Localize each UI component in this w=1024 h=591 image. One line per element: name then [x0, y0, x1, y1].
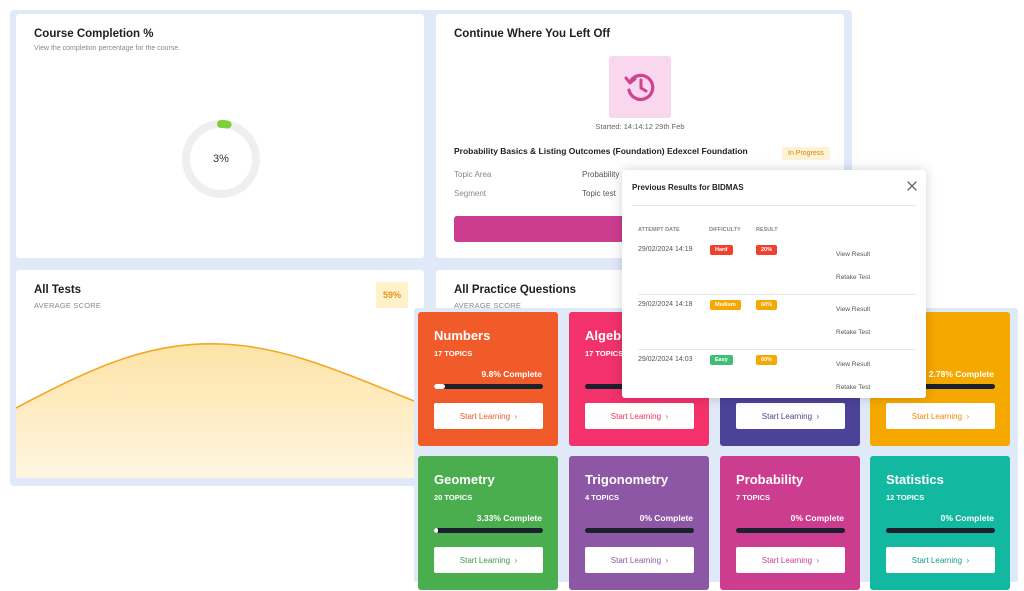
- modal-divider: [632, 205, 916, 206]
- topic-complete: 9.8% Complete: [481, 369, 542, 379]
- topic-name: Statistics: [886, 472, 944, 487]
- topic-name: Numbers: [434, 328, 491, 343]
- topic-card-statistics: Statistics 12 TOPICS 0% Complete Start Lear…: [870, 456, 1010, 590]
- chevron-right-icon: ›: [816, 555, 820, 565]
- topic-count: 4 TOPICS: [585, 493, 620, 502]
- topic-count: 17 TOPICS: [585, 349, 624, 358]
- history-icon: [609, 56, 671, 118]
- start-learning-button[interactable]: Start Learning ›: [434, 403, 543, 429]
- topic-card-numbers: Numbers 17 TOPICS 9.8% Complete Start Learn…: [418, 312, 558, 446]
- completion-percent: 3%: [213, 153, 229, 165]
- topic-complete: 3.33% Complete: [476, 513, 542, 523]
- course-completion-card: Course Completion % View the completion …: [16, 14, 424, 258]
- col-attempt-date: ATTEMPT DATE: [638, 227, 680, 233]
- course-name: Probability Basics & Listing Outcomes (F…: [454, 146, 748, 156]
- view-result-link[interactable]: View Result: [836, 306, 870, 313]
- difficulty-badge: Hard: [710, 245, 733, 255]
- row-divider: [638, 294, 916, 295]
- chevron-right-icon: ›: [514, 411, 518, 421]
- course-completion-title: Course Completion %: [34, 28, 154, 40]
- chevron-right-icon: ›: [665, 411, 669, 421]
- topic-progress-fill: [434, 384, 445, 389]
- view-result-link[interactable]: View Result: [836, 251, 870, 258]
- started-timestamp: Started: 14:14:12 29th Feb: [595, 122, 685, 131]
- topic-progress-bar: [736, 528, 845, 533]
- topic-count: 20 TOPICS: [434, 493, 473, 502]
- all-tests-subtitle: AVERAGE SCORE: [34, 301, 102, 310]
- chevron-right-icon: ›: [966, 555, 970, 565]
- topic-complete: 0% Complete: [639, 513, 693, 523]
- view-result-link[interactable]: View Result: [836, 361, 870, 368]
- all-tests-card: All Tests AVERAGE SCORE 59%: [16, 270, 424, 478]
- start-learning-label: Start Learning: [459, 411, 511, 421]
- topic-name: Probability: [736, 472, 804, 487]
- close-icon[interactable]: [906, 180, 918, 192]
- attempt-date: 29/02/2024 14:18: [638, 301, 693, 308]
- start-learning-label: Start Learning: [459, 555, 511, 565]
- start-learning-label: Start Learning: [610, 411, 662, 421]
- chevron-right-icon: ›: [816, 411, 820, 421]
- course-completion-subtitle: View the completion percentage for the c…: [34, 45, 181, 52]
- topic-name: Geometry: [434, 472, 495, 487]
- start-learning-label: Start Learning: [761, 411, 813, 421]
- topic-progress-fill: [434, 528, 438, 533]
- topic-area-value: Probability: [582, 170, 620, 179]
- retake-test-link[interactable]: Retake Test: [836, 329, 870, 336]
- segment-label: Segment: [454, 189, 487, 198]
- difficulty-badge: Medium: [710, 300, 741, 310]
- topic-complete: 0% Complete: [790, 513, 844, 523]
- average-score-badge: 59%: [376, 282, 408, 308]
- all-tests-title: All Tests: [34, 284, 82, 296]
- topic-count: 7 TOPICS: [736, 493, 771, 502]
- result-badge: 60%: [756, 300, 778, 310]
- modal-title: Previous Results for BIDMAS: [632, 183, 744, 192]
- difficulty-badge: Easy: [710, 355, 733, 365]
- all-practice-title: All Practice Questions: [454, 284, 577, 296]
- topic-progress-bar: [886, 528, 995, 533]
- result-badge: 60%: [756, 355, 778, 365]
- start-learning-button[interactable]: Start Learning ›: [736, 547, 845, 573]
- segment-value: Topic test: [582, 189, 616, 198]
- topic-complete: 2.78% Complete: [928, 369, 994, 379]
- topic-progress-bar: [585, 528, 694, 533]
- start-learning-label: Start Learning: [911, 411, 963, 421]
- start-learning-label: Start Learning: [610, 555, 662, 565]
- continue-title: Continue Where You Left Off: [454, 28, 611, 40]
- status-badge: In Progress: [782, 147, 830, 160]
- topic-count: 17 TOPICS: [434, 349, 473, 358]
- topic-progress-bar: [434, 528, 543, 533]
- start-learning-button[interactable]: Start Learning ›: [585, 547, 694, 573]
- start-learning-button[interactable]: Start Learning ›: [585, 403, 694, 429]
- attempt-date: 29/02/2024 14:03: [638, 356, 693, 363]
- topic-name: Trigonometry: [585, 472, 669, 487]
- topic-area-label: Topic Area: [454, 170, 492, 179]
- start-learning-button[interactable]: Start Learning ›: [886, 403, 995, 429]
- start-learning-label: Start Learning: [911, 555, 963, 565]
- topic-card-probability: Probability 7 TOPICS 0% Complete Start Lear…: [720, 456, 860, 590]
- chevron-right-icon: ›: [966, 411, 970, 421]
- chevron-right-icon: ›: [665, 555, 669, 565]
- chevron-right-icon: ›: [514, 555, 518, 565]
- topic-complete: 0% Complete: [940, 513, 994, 523]
- retake-test-link[interactable]: Retake Test: [836, 274, 870, 281]
- attempt-date: 29/02/2024 14:19: [638, 246, 693, 253]
- col-result: RESULT: [756, 227, 778, 233]
- row-divider: [638, 349, 916, 350]
- topic-card-geometry: Geometry 20 TOPICS 3.33% Complete Start Lea…: [418, 456, 558, 590]
- topic-card-trigonometry: Trigonometry 4 TOPICS 0% Complete Start Lea…: [569, 456, 709, 590]
- topic-progress-bar: [434, 384, 543, 389]
- start-learning-button[interactable]: Start Learning ›: [736, 403, 845, 429]
- result-badge: 20%: [756, 245, 778, 255]
- previous-results-modal: Previous Results for BIDMAS ATTEMPT DATE…: [622, 170, 926, 398]
- col-difficulty: DIFFICULTY: [709, 227, 741, 233]
- start-learning-label: Start Learning: [761, 555, 813, 565]
- retake-test-link[interactable]: Retake Test: [836, 384, 870, 391]
- start-learning-button[interactable]: Start Learning ›: [886, 547, 995, 573]
- start-learning-button[interactable]: Start Learning ›: [434, 547, 543, 573]
- topic-count: 12 TOPICS: [886, 493, 925, 502]
